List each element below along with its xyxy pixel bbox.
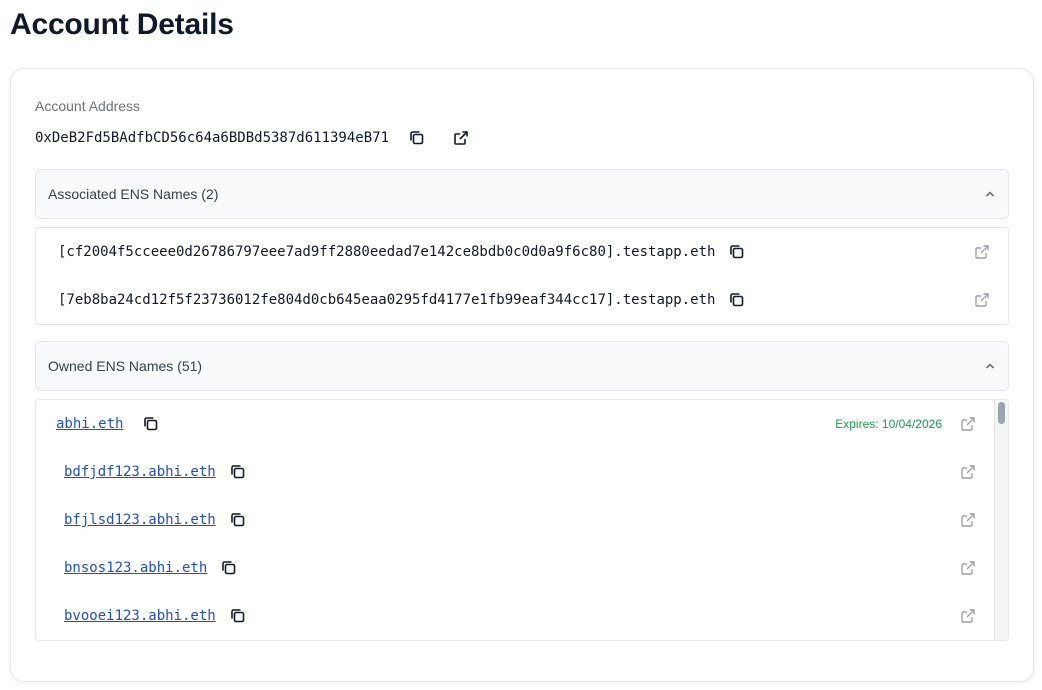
copy-ens-button[interactable]	[228, 462, 248, 482]
open-ens-external-button[interactable]	[972, 290, 992, 310]
scrollbar-thumb[interactable]	[998, 402, 1005, 424]
owned-ens-row: bnsos123.abhi.eth	[36, 544, 994, 592]
external-link-icon	[975, 245, 989, 259]
external-link-icon	[961, 513, 975, 527]
owned-ens-link[interactable]: abhi.eth	[56, 416, 123, 432]
copy-ens-button[interactable]	[219, 558, 239, 578]
chevron-up-icon	[985, 191, 995, 197]
copy-icon	[410, 131, 424, 145]
copy-ens-button[interactable]	[727, 290, 747, 310]
associated-ens-panel: [cf2004f5cceee0d26786797eee7ad9ff2880eed…	[35, 227, 1009, 325]
copy-icon	[230, 465, 245, 479]
open-ens-external-button[interactable]	[958, 414, 978, 434]
open-ens-external-button[interactable]	[972, 242, 992, 262]
copy-icon	[230, 609, 245, 623]
associated-ens-name: [7eb8ba24cd12f5f23736012fe804d0cb645eaa0…	[58, 292, 716, 308]
owned-ens-link[interactable]: bfjlsd123.abhi.eth	[64, 512, 216, 528]
owned-ens-title: Owned ENS Names (51)	[48, 358, 203, 374]
external-link-icon	[961, 561, 975, 575]
copy-ens-button[interactable]	[141, 414, 161, 434]
owned-ens-link[interactable]: bvooei123.abhi.eth	[64, 608, 216, 624]
owned-ens-row: bdfjdf123.abhi.eth	[36, 448, 994, 496]
copy-icon	[730, 245, 744, 259]
associated-ens-name: [cf2004f5cceee0d26786797eee7ad9ff2880eed…	[58, 244, 716, 260]
associated-ens-title: Associated ENS Names (2)	[48, 186, 219, 202]
open-ens-external-button[interactable]	[958, 462, 978, 482]
copy-icon	[730, 293, 744, 307]
copy-icon	[144, 417, 158, 431]
owned-ens-list[interactable]: abhi.eth Expires: 10/04/2026 bdfjdf123.a…	[36, 400, 994, 640]
page-title: Account Details	[10, 8, 234, 41]
external-link-icon	[454, 131, 468, 145]
external-link-icon	[961, 465, 975, 479]
copy-ens-button[interactable]	[228, 606, 248, 626]
account-address-label: Account Address	[35, 98, 141, 114]
associated-ens-accordion-header[interactable]: Associated ENS Names (2)	[35, 169, 1009, 219]
copy-address-button[interactable]	[407, 128, 427, 148]
owned-ens-panel: abhi.eth Expires: 10/04/2026 bdfjdf123.a…	[35, 399, 1009, 641]
associated-ens-row: [cf2004f5cceee0d26786797eee7ad9ff2880eed…	[36, 228, 1008, 276]
owned-ens-link[interactable]: bdfjdf123.abhi.eth	[64, 464, 216, 480]
copy-ens-button[interactable]	[727, 242, 747, 262]
owned-ens-scrollbar[interactable]	[994, 400, 1008, 640]
account-address-row: 0xDeB2Fd5BAdfbCD56c64a6BDBd5387d611394eB…	[35, 126, 471, 150]
external-link-icon	[961, 417, 975, 431]
expiry-date: Expires: 10/04/2026	[835, 417, 942, 431]
account-address-value: 0xDeB2Fd5BAdfbCD56c64a6BDBd5387d611394eB…	[35, 130, 390, 146]
owned-ens-row: abhi.eth Expires: 10/04/2026	[36, 400, 994, 448]
open-address-external-button[interactable]	[451, 128, 471, 148]
open-ens-external-button[interactable]	[958, 558, 978, 578]
copy-icon	[222, 561, 236, 575]
owned-ens-row: bvooei123.abhi.eth	[36, 592, 994, 640]
owned-ens-link[interactable]: bnsos123.abhi.eth	[64, 560, 207, 576]
external-link-icon	[961, 609, 975, 623]
copy-ens-button[interactable]	[228, 510, 248, 530]
owned-ens-accordion-header[interactable]: Owned ENS Names (51)	[35, 341, 1009, 391]
owned-ens-row: bfjlsd123.abhi.eth	[36, 496, 994, 544]
external-link-icon	[975, 293, 989, 307]
account-details-card: Account Address 0xDeB2Fd5BAdfbCD56c64a6B…	[10, 68, 1034, 682]
chevron-up-icon	[985, 363, 995, 369]
open-ens-external-button[interactable]	[958, 606, 978, 626]
open-ens-external-button[interactable]	[958, 510, 978, 530]
associated-ens-row: [7eb8ba24cd12f5f23736012fe804d0cb645eaa0…	[36, 276, 1008, 324]
copy-icon	[230, 513, 245, 527]
